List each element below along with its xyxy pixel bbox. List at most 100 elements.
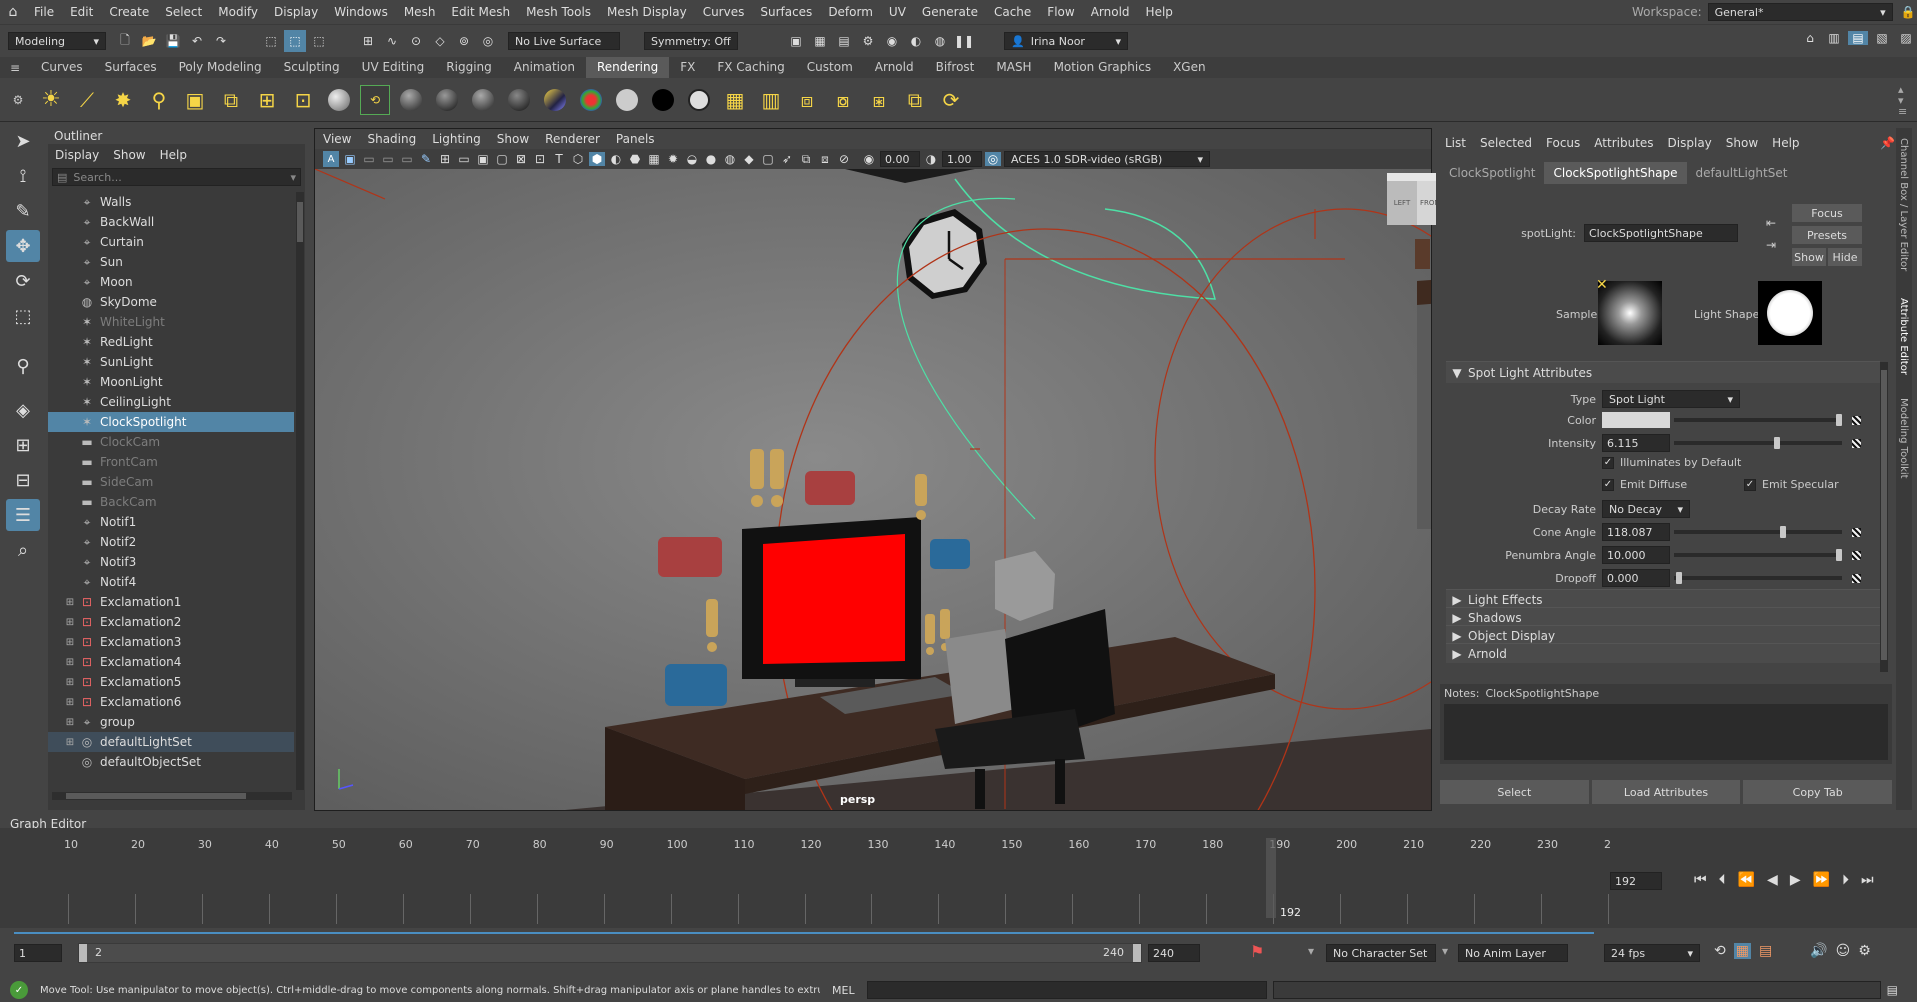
- notes-textarea[interactable]: [1444, 704, 1888, 760]
- cone-angle-slider[interactable]: [1674, 526, 1842, 538]
- chevron-down-icon[interactable]: ▾: [290, 171, 296, 184]
- menu-edit-mesh[interactable]: Edit Mesh: [443, 0, 518, 24]
- ae-menu-list[interactable]: List: [1438, 136, 1473, 150]
- save-scene-icon[interactable]: 💾: [162, 30, 184, 52]
- outliner-item[interactable]: ⌖ BackWall: [48, 212, 294, 232]
- move-tool-icon[interactable]: ✥: [6, 230, 40, 262]
- batch-render-icon[interactable]: ▥: [756, 85, 786, 115]
- color-sphere-icon[interactable]: [576, 85, 606, 115]
- step-forward-key-icon[interactable]: ⏩: [1813, 872, 1830, 888]
- viewport-menu-panels[interactable]: Panels: [608, 129, 663, 149]
- emit-diffuse-checkbox[interactable]: ✓: [1602, 478, 1614, 491]
- render-pass-icon[interactable]: ⧇: [828, 85, 858, 115]
- paint-select-icon[interactable]: ✎: [6, 195, 40, 227]
- intensity-field[interactable]: 6.115: [1602, 434, 1670, 452]
- copy-tab-button[interactable]: Copy Tab: [1743, 780, 1893, 804]
- timeline-track[interactable]: 10 20 30 40 50 60 70 80 90 100 110 120 130 140 150 160 1…: [14, 838, 1611, 934]
- outliner-item[interactable]: ⌖ Notif1: [48, 512, 294, 532]
- outliner-item[interactable]: ⊞ ⌖ group: [48, 712, 294, 732]
- show-button[interactable]: Show: [1792, 248, 1826, 266]
- outliner-item[interactable]: ⊞ ⊡ Exclamation6: [48, 692, 294, 712]
- volume-light-icon[interactable]: ⧉: [216, 85, 246, 115]
- menu-help[interactable]: Help: [1138, 0, 1181, 24]
- pause-icon[interactable]: ❚❚: [954, 34, 974, 48]
- snap-view-icon[interactable]: ◎: [478, 34, 498, 48]
- lock-icon[interactable]: 🔒: [1901, 5, 1916, 19]
- menu-display[interactable]: Display: [266, 0, 326, 24]
- outliner-menu-display[interactable]: Display: [48, 148, 106, 162]
- ae-scrollbar[interactable]: [1880, 362, 1888, 672]
- select-button[interactable]: Select: [1440, 780, 1589, 804]
- ramp-shader-icon[interactable]: [540, 85, 570, 115]
- outliner-item[interactable]: ✶ MoonLight: [48, 372, 294, 392]
- outliner-item[interactable]: ✶ WhiteLight: [48, 312, 294, 332]
- white-sphere-icon[interactable]: [612, 85, 642, 115]
- ae-tab-clockspotlight[interactable]: ClockSpotlight: [1440, 162, 1544, 184]
- search-icon[interactable]: ⌕: [6, 534, 40, 566]
- outliner-menu-show[interactable]: Show: [106, 148, 152, 162]
- scale-tool-icon[interactable]: ⬚: [6, 300, 40, 332]
- gate-mask-icon[interactable]: ▢: [494, 152, 510, 166]
- expand-plus-icon[interactable]: ⊞: [62, 657, 78, 668]
- outliner-vscroll[interactable]: [296, 192, 304, 790]
- input-connection-icon[interactable]: ⇤: [1766, 216, 1776, 230]
- render-settings-shelf-icon[interactable]: ⊡: [288, 85, 318, 115]
- select-object-icon[interactable]: ⬚: [284, 30, 306, 52]
- outliner-item[interactable]: ⊞ ⊡ Exclamation5: [48, 672, 294, 692]
- go-to-start-icon[interactable]: ⏮: [1694, 872, 1707, 888]
- outliner-item[interactable]: ⌖ Moon: [48, 272, 294, 292]
- anti-aliasing-icon[interactable]: ◆: [741, 152, 757, 166]
- go-to-end-icon[interactable]: ⏭: [1861, 872, 1874, 888]
- penumbra-field[interactable]: 10.000: [1602, 546, 1670, 564]
- gamma-field[interactable]: 1.00: [942, 151, 982, 167]
- lambert-sphere-icon[interactable]: [324, 85, 354, 115]
- open-scene-icon[interactable]: 📂: [138, 30, 160, 52]
- current-time-indicator[interactable]: [1266, 838, 1276, 918]
- outliner-item[interactable]: ⌖ Sun: [48, 252, 294, 272]
- start-time-field[interactable]: 1: [14, 944, 62, 962]
- cache-playback-icon[interactable]: ▦: [1733, 943, 1751, 959]
- ae-menu-show[interactable]: Show: [1719, 136, 1765, 150]
- menu-windows[interactable]: Windows: [326, 0, 396, 24]
- step-back-key-icon[interactable]: ⏪: [1738, 872, 1755, 888]
- current-frame-field[interactable]: 192: [1610, 872, 1662, 890]
- expand-plus-icon[interactable]: ⊞: [62, 677, 78, 688]
- safe-title-icon[interactable]: T: [551, 152, 567, 166]
- outliner-search-input[interactable]: Search...: [73, 171, 290, 184]
- shelf-tab-fx[interactable]: FX: [669, 57, 706, 78]
- intensity-map-button[interactable]: [1852, 438, 1861, 448]
- cache-settings-icon[interactable]: ▤: [1759, 943, 1772, 959]
- spot-light-attributes-header[interactable]: ▼ Spot Light Attributes: [1446, 361, 1880, 383]
- ae-section-shadows[interactable]: ▶ Shadows: [1446, 607, 1880, 627]
- undo-icon[interactable]: ↶: [186, 30, 208, 52]
- viewport-canvas[interactable]: LEFT FRONT persp: [314, 168, 1727, 950]
- menu-mesh-display[interactable]: Mesh Display: [599, 0, 695, 24]
- shelf-tab-rigging[interactable]: Rigging: [435, 57, 502, 78]
- menu-modify[interactable]: Modify: [210, 0, 266, 24]
- shelf-tab-uv-editing[interactable]: UV Editing: [351, 57, 436, 78]
- snapshot-icon[interactable]: ⧉: [900, 85, 930, 115]
- film-gate-icon[interactable]: ▭: [456, 152, 472, 166]
- expand-plus-icon[interactable]: ⊞: [62, 717, 78, 728]
- shelf-options-icon[interactable]: ≡: [0, 61, 30, 75]
- snap-point-icon[interactable]: ⊙: [406, 34, 426, 48]
- two-d-pan-icon[interactable]: ▭: [399, 152, 415, 166]
- shelf-tab-motion-graphics[interactable]: Motion Graphics: [1043, 57, 1163, 78]
- menu-arnold[interactable]: Arnold: [1083, 0, 1138, 24]
- color-space-dropdown[interactable]: ACES 1.0 SDR-video (sRGB) ▾: [1004, 151, 1210, 167]
- outliner-item[interactable]: ◍ SkyDome: [48, 292, 294, 312]
- wireframe-on-shaded-icon[interactable]: ⬣: [627, 152, 643, 166]
- end-time-field[interactable]: 240: [1148, 944, 1200, 962]
- shelf-tab-curves[interactable]: Curves: [30, 57, 94, 78]
- outliner-search[interactable]: ▤ Search... ▾: [52, 168, 301, 186]
- outliner-item[interactable]: ⌖ Notif2: [48, 532, 294, 552]
- type-dropdown[interactable]: Spot Light ▾: [1602, 390, 1740, 408]
- ae-menu-attributes[interactable]: Attributes: [1587, 136, 1660, 150]
- cone-angle-map-button[interactable]: [1852, 527, 1861, 537]
- depth-of-field-icon[interactable]: ▢: [760, 152, 776, 166]
- grid-toggle-icon[interactable]: ⊞: [437, 152, 453, 166]
- channel-box-icon[interactable]: ▨: [1896, 31, 1916, 45]
- render-settings-icon[interactable]: ⚙: [858, 34, 878, 48]
- attribute-editor-toggle-icon[interactable]: ▤: [1848, 31, 1868, 45]
- snap-curve-icon[interactable]: ∿: [382, 34, 402, 48]
